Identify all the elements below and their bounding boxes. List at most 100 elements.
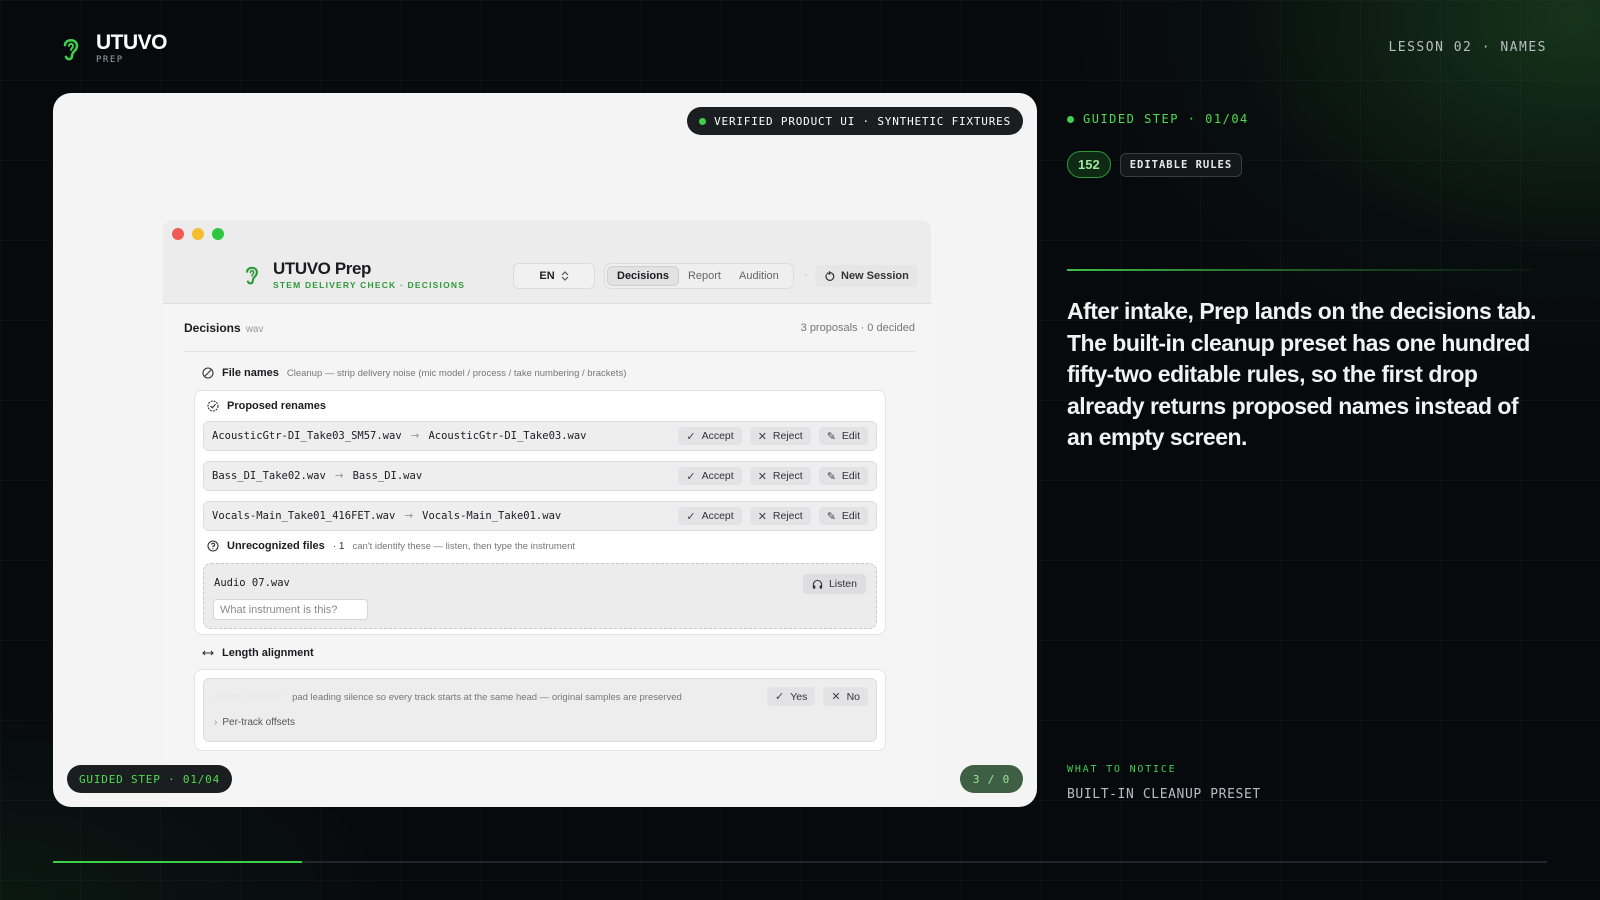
check-icon: ✓ [686, 430, 696, 443]
new-session-label: New Session [841, 270, 909, 282]
listen-label: Listen [828, 578, 857, 590]
verified-badge: VERIFIED PRODUCT UI · SYNTHETIC FIXTURES [687, 107, 1023, 135]
app-subtitle: STEM DELIVERY CHECK · DECISIONS [273, 280, 466, 290]
new-session-button[interactable]: New Session [815, 265, 918, 287]
lesson-headline: After intake, Prep lands on the decision… [1067, 298, 1537, 450]
align-heads-row: Align heads? pad leading silence so ever… [214, 691, 682, 703]
rename-from: Vocals-Main_Take01_416FET.wav [212, 510, 396, 522]
file-names-label: File names [222, 367, 279, 379]
rename-to: Bass_DI.wav [352, 470, 423, 482]
reject-label: Reject [772, 510, 803, 522]
file-names-panel: Proposed renames AcousticGtr-DI_Take03_S… [194, 390, 886, 635]
yes-label: Yes [790, 690, 808, 703]
length-alignment-section: Length alignment [202, 647, 314, 659]
instrument-input[interactable] [213, 599, 368, 620]
accept-button[interactable]: ✓ Accept [678, 467, 742, 485]
circle-slash-icon [202, 367, 214, 379]
notice-label: WHAT TO NOTICE [1067, 764, 1177, 775]
edit-label: Edit [841, 470, 860, 482]
brand-logo: UTUVO PREP [60, 32, 168, 65]
unrecognized-label: Unrecognized files [227, 540, 325, 552]
guided-step: GUIDED STEP · 01/04 [1067, 112, 1249, 126]
app-brand: UTUVO Prep STEM DELIVERY CHECK · DECISIO… [243, 260, 465, 290]
rename-to: AcousticGtr-DI_Take03.wav [428, 430, 587, 442]
reject-label: Reject [772, 430, 803, 442]
unrecognized-count: · 1 [332, 540, 345, 552]
pencil-icon: ✎ [826, 470, 836, 483]
card-step-badge: GUIDED STEP · 01/04 [67, 765, 233, 793]
question-circle-icon [207, 540, 219, 552]
ear-icon [63, 38, 79, 60]
headphones-icon [812, 579, 823, 589]
verified-label: VERIFIED PRODUCT UI · SYNTHETIC FIXTURES [714, 114, 1011, 128]
rename-to: Vocals-Main_Take01.wav [422, 510, 562, 522]
reject-button[interactable]: ✕ Reject [749, 467, 811, 485]
arrows-horizontal-icon [202, 650, 214, 656]
per-track-offsets-label: Per-track offsets [222, 717, 295, 728]
lesson-label: LESSON 02 · NAMES [1388, 40, 1547, 55]
editable-rules-badge: EDITABLE RULES [1119, 152, 1243, 177]
check-icon: ✓ [774, 691, 785, 703]
per-track-offsets-toggle[interactable]: › Per-track offsets [214, 717, 295, 728]
edit-button[interactable]: ✎ Edit [818, 467, 868, 485]
rule-count-badge: 152 [1067, 151, 1111, 178]
arrow-right-icon: → [410, 430, 420, 442]
pencil-icon: ✎ [826, 430, 836, 443]
tab-report[interactable]: Report [679, 266, 730, 286]
language-select[interactable]: EN [513, 263, 595, 289]
lesson-progress-fill [53, 861, 303, 863]
notice-value: BUILT-IN CLEANUP PRESET [1067, 787, 1261, 802]
check-icon: ✓ [686, 470, 696, 483]
guided-step-label: GUIDED STEP · 01/04 [1083, 112, 1249, 126]
accept-label: Accept [701, 470, 734, 482]
accept-button[interactable]: ✓ Accept [678, 507, 742, 525]
reject-button[interactable]: ✕ Reject [749, 507, 811, 525]
file-names-description: Cleanup — strip delivery noise (mic mode… [286, 367, 627, 379]
decisions-format: wav [245, 323, 264, 335]
ear-icon [246, 266, 258, 285]
chevron-updown-icon [561, 271, 569, 281]
close-icon: ✕ [757, 470, 767, 483]
decisions-header: Decisions wav 3 proposals · 0 decided [184, 304, 915, 352]
view-tabs: Decisions Report Audition [604, 263, 794, 289]
decisions-count: 3 proposals · 0 decided [800, 321, 915, 334]
close-window-button[interactable] [172, 228, 184, 240]
tab-audition[interactable]: Audition [730, 266, 788, 286]
align-heads-actions: ✓ Yes ✕ No [766, 687, 868, 706]
proposed-renames-header: Proposed renames [207, 400, 326, 412]
tab-decisions[interactable]: Decisions [607, 266, 679, 286]
status-dot-icon [1067, 115, 1074, 123]
yes-button[interactable]: ✓ Yes [766, 687, 816, 706]
app-titlebar: UTUVO Prep STEM DELIVERY CHECK · DECISIO… [163, 220, 931, 304]
edit-button[interactable]: ✎ Edit [818, 507, 868, 525]
pencil-icon: ✎ [826, 510, 836, 523]
window-controls [172, 228, 224, 240]
close-icon: ✕ [757, 510, 767, 523]
edit-label: Edit [841, 430, 860, 442]
no-button[interactable]: ✕ No [823, 687, 868, 706]
arrow-right-icon: → [404, 510, 414, 522]
accept-button[interactable]: ✓ Accept [678, 427, 742, 445]
minimize-window-button[interactable] [192, 228, 204, 240]
edit-label: Edit [841, 510, 860, 522]
edit-button[interactable]: ✎ Edit [818, 427, 868, 445]
decisions-title: Decisions wav [184, 321, 264, 335]
reject-button[interactable]: ✕ Reject [749, 427, 811, 445]
accept-label: Accept [701, 510, 734, 522]
arrow-right-icon: → [334, 470, 344, 482]
length-alignment-panel: Align heads? pad leading silence so ever… [194, 669, 886, 751]
rename-row: AcousticGtr-DI_Take03_SM57.wav → Acousti… [203, 421, 877, 451]
maximize-window-button[interactable] [212, 228, 224, 240]
length-alignment-label: Length alignment [222, 647, 314, 659]
chevron-right-icon: › [214, 717, 218, 728]
app-title: UTUVO Prep [273, 259, 372, 278]
file-names-section: File names Cleanup — strip delivery nois… [202, 367, 626, 379]
screenshot-card: VERIFIED PRODUCT UI · SYNTHETIC FIXTURES… [53, 93, 1037, 807]
lesson-progress-bar [53, 861, 1547, 863]
no-label: No [846, 690, 860, 703]
close-icon: ✕ [831, 691, 841, 703]
unrecognized-hint: can't identify these — listen, then type… [352, 540, 576, 552]
listen-button[interactable]: Listen [802, 574, 866, 594]
check-badge-icon [207, 400, 219, 412]
language-value: EN [539, 270, 555, 282]
